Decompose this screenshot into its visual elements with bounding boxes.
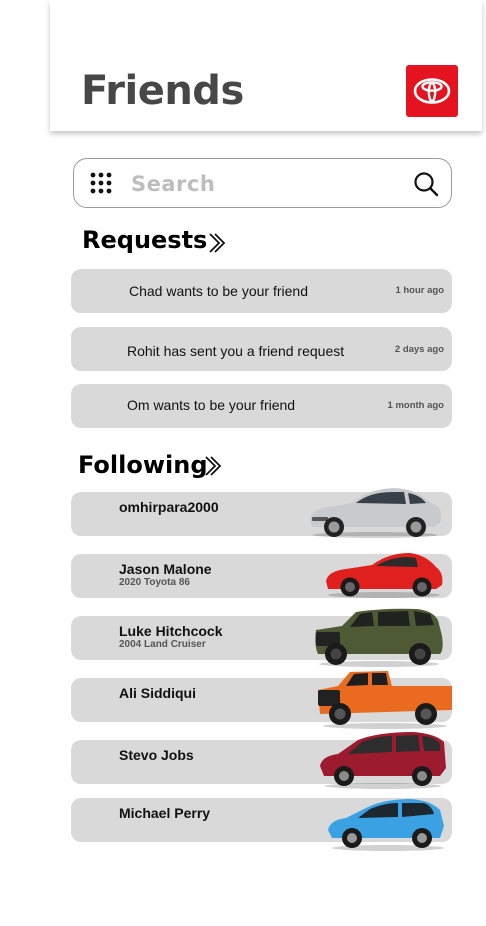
friend-request-item[interactable]: Rohit has sent you a friend request 2 da…	[71, 327, 452, 371]
chevron-right-icon[interactable]	[203, 454, 223, 478]
search-icon[interactable]	[413, 171, 439, 197]
app-header: Friends	[50, 0, 482, 131]
friend-name: omhirpara2000	[119, 499, 219, 515]
request-text: Rohit has sent you a friend request	[127, 343, 345, 359]
friend-request-item[interactable]: Om wants to be your friend 1 month ago	[71, 384, 452, 428]
friend-name: Michael Perry	[119, 805, 211, 821]
car-image-hatchback-blue	[328, 799, 444, 851]
car-image-sedan-silver	[310, 488, 442, 538]
request-time: 1 month ago	[387, 400, 444, 411]
request-time: 2 days ago	[394, 344, 444, 355]
friend-name: Ali Siddiqui	[119, 685, 196, 701]
requests-heading: Requests	[82, 226, 208, 254]
search-input[interactable]: Search	[131, 172, 215, 196]
friend-name: Luke Hitchcock	[119, 623, 223, 639]
request-time: 1 hour ago	[395, 285, 444, 296]
car-image-suv-green	[315, 608, 443, 667]
following-heading: Following	[78, 451, 208, 479]
toyota-logo-icon[interactable]	[406, 65, 458, 117]
car-image-truck-orange	[318, 671, 452, 729]
car-image-coupe-red	[326, 553, 443, 598]
request-text: Chad wants to be your friend	[129, 283, 308, 299]
friend-request-item[interactable]: Chad wants to be your friend 1 hour ago	[71, 269, 452, 313]
friend-car-model: 2020 Toyota 86	[119, 577, 190, 588]
grid-icon[interactable]	[90, 172, 112, 194]
friend-car-model: 2004 Land Cruiser	[119, 639, 206, 650]
chevron-right-icon[interactable]	[207, 231, 227, 255]
friend-name: Jason Malone	[119, 561, 212, 577]
car-image-minivan-red	[320, 732, 446, 789]
page-title: Friends	[81, 68, 244, 114]
search-bar[interactable]: Search	[73, 158, 452, 208]
friend-name: Stevo Jobs	[119, 747, 194, 763]
request-text: Om wants to be your friend	[127, 397, 296, 413]
